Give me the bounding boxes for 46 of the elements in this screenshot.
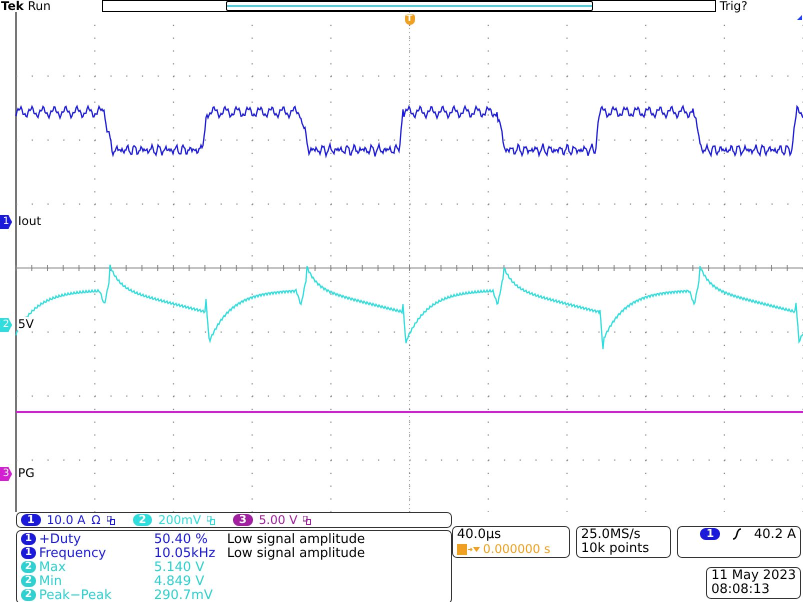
trigger-position: 0.000000 s — [483, 542, 550, 556]
measurement-note: Low signal amplitude — [226, 546, 365, 560]
brand-label: Tek — [0, 0, 24, 12]
measurement-value: 50.40 % — [154, 532, 209, 546]
measurement-name: Max — [38, 560, 66, 574]
channel-badge: 2 — [21, 561, 36, 573]
channel-badge: 2 — [21, 589, 36, 601]
bandwidth-limit-icon — [207, 516, 216, 524]
scale-value: 5.00 V — [258, 513, 298, 527]
date-label: 11 May 2023 — [711, 569, 796, 583]
channel-label: 5V — [18, 317, 34, 331]
channel-badge: 2 — [132, 514, 152, 526]
time-label: 08:08:13 — [711, 583, 771, 597]
measurement-value: 4.849 V — [154, 574, 206, 588]
measurement-note: Low signal amplitude — [226, 532, 365, 546]
channel-badge: 3 — [233, 514, 253, 526]
measurement-value: 10.05kHz — [154, 546, 216, 560]
sample-rate: 25.0MS/s — [581, 528, 642, 542]
time-scale: 40.0µs — [457, 528, 502, 542]
channel-label: Iout — [18, 214, 42, 228]
rising-edge-icon — [732, 528, 742, 540]
acquisition-state: Run — [28, 0, 52, 12]
channel-badge: 1 — [700, 528, 720, 540]
measurement-name: Peak−Peak — [38, 588, 113, 602]
channel-badge: 1 — [21, 547, 36, 559]
measurement-name: +Duty — [38, 532, 82, 546]
arrow-icon — [797, 15, 802, 20]
channel-badge: 1 — [21, 533, 36, 545]
channel-badge: 2 — [21, 575, 36, 587]
scale-value: 200mV — [158, 513, 202, 527]
measurement-value: 5.140 V — [154, 560, 206, 574]
channel-badge: 1 — [21, 514, 41, 526]
record-length: 10k points — [581, 542, 650, 556]
termination-label: Ω — [91, 513, 101, 527]
channel-marker[interactable]: 3 — [0, 467, 12, 481]
measurement-name: Min — [38, 574, 64, 588]
bandwidth-limit-icon — [303, 516, 312, 524]
trigger-level: 40.2 A — [754, 528, 796, 542]
channel-marker[interactable]: 1 — [0, 215, 12, 229]
measurement-value: 290.7mV — [154, 588, 214, 602]
measurement-name: Frequency — [38, 546, 108, 560]
trigger-offset-icon — [457, 544, 481, 554]
trigger-state: Trig? — [720, 0, 748, 12]
scale-value: 10.0 A — [46, 513, 86, 527]
channel-label: PG — [18, 466, 35, 480]
bandwidth-limit-icon — [106, 516, 115, 524]
